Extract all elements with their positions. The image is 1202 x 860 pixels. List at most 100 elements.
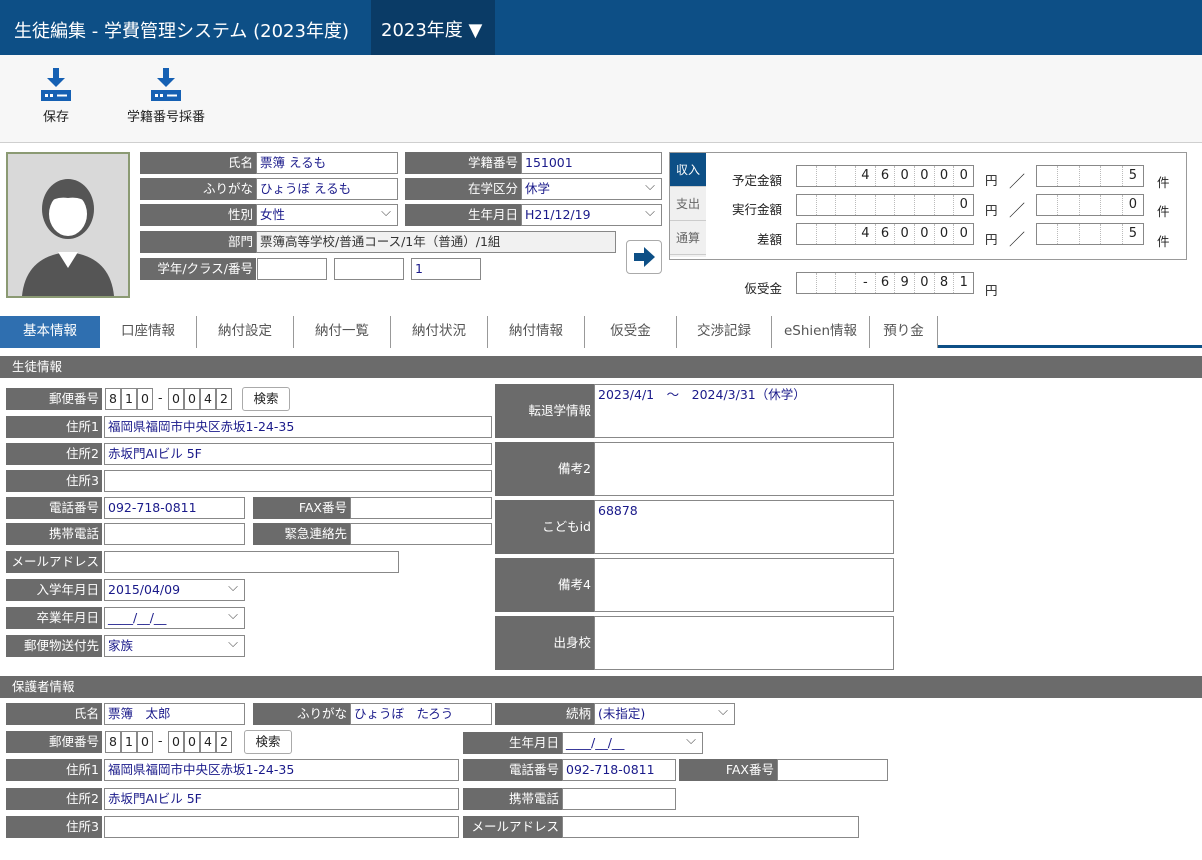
gender-select[interactable]: 女性 [256, 204, 398, 226]
student-photo[interactable] [6, 152, 130, 298]
note4-label: 備考4 [495, 558, 594, 612]
tel-field[interactable]: 092-718-0811 [104, 497, 245, 519]
guardian-kana-label: ふりがな [253, 703, 350, 725]
transfer-info-field[interactable]: 2023/4/1 ～ 2024/3/31（休学） [594, 384, 894, 438]
student-id-field[interactable]: 151001 [521, 152, 662, 174]
tab-provisional[interactable]: 仮受金 [585, 316, 677, 348]
note2-label: 備考2 [495, 442, 594, 496]
tab-eshien[interactable]: eShien情報 [772, 316, 870, 348]
finance-tab-expense[interactable]: 支出 [670, 187, 706, 221]
guardian-addr2-field[interactable]: 赤坂門AIビル 5F [104, 788, 459, 810]
save-label: 保存 [42, 110, 69, 125]
guardian-kana-field[interactable]: ひょうぼ たろう [350, 703, 492, 725]
post-label: 郵便物送付先 [6, 635, 102, 657]
mobile-label: 携帯電話 [6, 523, 102, 545]
enter-date-select[interactable]: 2015/04/09 [104, 579, 245, 601]
child-id-label: こどもid [495, 500, 594, 554]
grade-field[interactable] [257, 258, 327, 280]
child-id-field[interactable]: 68878 [594, 500, 894, 554]
guardian-mail-label: メールアドレス [463, 816, 562, 838]
actual-amount: 0 [796, 194, 974, 216]
year-selector[interactable]: 2023年度 ▼ [371, 0, 495, 55]
guardian-addr3-label: 住所3 [6, 816, 102, 838]
planned-count: 5 [1036, 165, 1144, 187]
zip-search-button[interactable]: 検索 [242, 387, 290, 411]
dept-field: 票簿高等学校/普通コース/1年（普通）/1組 [256, 231, 616, 253]
tab-negotiation[interactable]: 交渉記録 [677, 316, 772, 348]
tab-payment-list[interactable]: 納付一覧 [294, 316, 391, 348]
kari-amount: -69081 [796, 272, 974, 294]
mail-field[interactable] [104, 551, 399, 573]
emergency-label: 緊急連絡先 [253, 523, 350, 545]
school-label: 出身校 [495, 616, 594, 670]
gender-label: 性別 [140, 204, 256, 226]
guardian-mail-field[interactable] [562, 816, 859, 838]
diff-amount: 460000 [796, 223, 974, 245]
guardian-name-field[interactable]: 票簿 太郎 [104, 703, 245, 725]
post-select[interactable]: 家族 [104, 635, 245, 657]
guardian-mobile-label: 携帯電話 [463, 788, 562, 810]
tab-account[interactable]: 口座情報 [100, 316, 197, 348]
guardian-fax-field[interactable] [777, 759, 888, 781]
number-field[interactable]: 1 [411, 258, 481, 280]
kana-field[interactable]: ひょうぼ えるも [256, 178, 398, 200]
save-icon [41, 68, 71, 101]
guardian-name-label: 氏名 [6, 703, 102, 725]
dept-label: 部門 [140, 231, 256, 253]
fax-field[interactable] [350, 497, 492, 519]
tab-payment-info[interactable]: 納付情報 [488, 316, 585, 348]
finance-tab-income[interactable]: 収入 [670, 153, 706, 187]
post-value: 家族 [108, 638, 134, 653]
birth-select[interactable]: H21/12/19 [521, 204, 662, 226]
transfer-button[interactable] [626, 240, 662, 274]
guardian-addr3-field[interactable] [104, 816, 459, 838]
tab-payment-settings[interactable]: 納付設定 [197, 316, 294, 348]
planned-amount: 460000 [796, 165, 974, 187]
ken-label: 件 [1157, 204, 1170, 219]
birth-label: 生年月日 [405, 204, 521, 226]
addr3-label: 住所3 [6, 470, 102, 492]
arrow-right-icon [634, 247, 655, 267]
guardian-addr1-field[interactable]: 福岡県福岡市中央区赤坂1-24-35 [104, 759, 459, 781]
save-button[interactable]: 保存 [36, 68, 76, 125]
name-field[interactable]: 票簿 えるも [256, 152, 398, 174]
yen-label: 円 [985, 173, 998, 188]
guardian-birth-select[interactable]: ____/__/__ [562, 732, 703, 754]
note4-field[interactable] [594, 558, 894, 612]
zip-field-2[interactable]: 0042 [168, 388, 232, 410]
status-select[interactable]: 休学 [521, 178, 662, 200]
class-field[interactable] [334, 258, 404, 280]
guardian-tel-field[interactable]: 092-718-0811 [562, 759, 676, 781]
tab-deposit[interactable]: 預り金 [870, 316, 938, 348]
grad-date-select[interactable]: ____/__/__ [104, 607, 245, 629]
mobile-field[interactable] [104, 523, 245, 545]
planned-label: 予定金額 [731, 173, 782, 188]
ken-label: 件 [1157, 234, 1170, 249]
guardian-zip-field[interactable]: 810 [105, 731, 153, 753]
addr1-label: 住所1 [6, 416, 102, 438]
emergency-field[interactable] [350, 523, 492, 545]
avatar-icon [8, 154, 128, 296]
finance-tab-total[interactable]: 通算 [670, 221, 706, 255]
school-field[interactable] [594, 616, 894, 670]
slash-label: ／ [1009, 201, 1026, 220]
zip-dash: - [158, 390, 163, 405]
addr2-field[interactable]: 赤坂門AIビル 5F [104, 443, 492, 465]
assign-number-label: 学籍番号採番 [126, 110, 205, 125]
assign-number-button[interactable]: 学籍番号採番 [122, 68, 210, 125]
tab-basic[interactable]: 基本情報 [0, 316, 100, 348]
guardian-zip-label: 郵便番号 [6, 731, 102, 753]
finance-tabs: 収入 支出 通算 [670, 153, 706, 257]
addr3-field[interactable] [104, 470, 492, 492]
guardian-zip-field-2[interactable]: 0042 [168, 731, 232, 753]
zip-field[interactable]: 810 [105, 388, 153, 410]
guardian-birth-label: 生年月日 [463, 732, 562, 754]
relation-select[interactable]: (未指定) [594, 703, 735, 725]
note2-field[interactable] [594, 442, 894, 496]
guardian-zip-search-button[interactable]: 検索 [244, 730, 292, 754]
guardian-tel-label: 電話番号 [463, 759, 562, 781]
tab-payment-status[interactable]: 納付状況 [391, 316, 488, 348]
addr1-field[interactable]: 福岡県福岡市中央区赤坂1-24-35 [104, 416, 492, 438]
actual-label: 実行金額 [731, 202, 782, 217]
guardian-mobile-field[interactable] [562, 788, 676, 810]
